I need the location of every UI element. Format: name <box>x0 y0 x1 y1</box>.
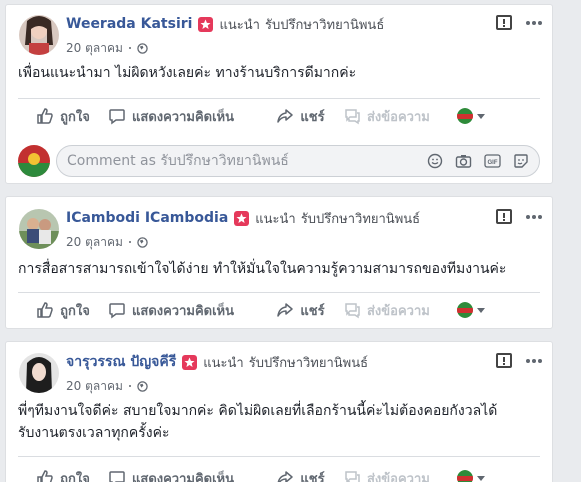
recommends-label: แนะนำ <box>255 211 296 227</box>
like-label: ถูกใจ <box>60 109 90 125</box>
comment-placeholder: Comment as รับปรึกษาวิทยานิพนธ์ <box>67 153 289 169</box>
separator-dot <box>128 241 131 243</box>
message-button[interactable]: ส่งข้อความ <box>343 468 453 482</box>
like-button[interactable]: ถูกใจ <box>18 300 108 321</box>
review-icon[interactable] <box>495 352 513 370</box>
emoji-icon[interactable] <box>427 153 443 169</box>
reaction-selector[interactable] <box>457 470 485 482</box>
more-options-icon[interactable] <box>525 214 543 220</box>
review-text-line: เพื่อนแนะนำมา ไม่ผิดหวังเลยค่ะ ทางร้านบร… <box>18 65 357 81</box>
share-label: แชร์ <box>300 109 325 125</box>
commenter-avatar <box>18 145 50 177</box>
comment-button[interactable]: แสดงความคิดเห็น <box>108 106 258 127</box>
share-icon <box>277 303 294 317</box>
chevron-down-icon <box>477 113 485 119</box>
post-date[interactable]: 20 ตุลาคม <box>66 377 123 396</box>
post-date[interactable]: 20 ตุลาคม <box>66 233 123 252</box>
share-button[interactable]: แชร์ <box>258 468 343 482</box>
comment-button[interactable]: แสดงความคิดเห็น <box>108 468 258 482</box>
message-button[interactable]: ส่งข้อความ <box>343 106 453 127</box>
like-icon <box>37 108 53 124</box>
comment-icon <box>109 303 125 319</box>
review-icon[interactable] <box>495 14 513 32</box>
like-button[interactable]: ถูกใจ <box>18 468 108 482</box>
reaction-selector[interactable] <box>457 302 485 318</box>
globe-icon <box>137 42 148 54</box>
review-text-line: รับงานตรงเวลาทุกครั้งค่ะ <box>18 425 170 441</box>
recommends-label: แนะนำ <box>203 355 244 371</box>
review-card: จารุวรรณ ปัญจคีรี แนะนำ รับปรึกษาวิทยานิ… <box>5 341 553 482</box>
reaction-selector[interactable] <box>457 108 485 124</box>
like-icon <box>37 470 53 482</box>
divider <box>18 456 540 457</box>
comment-icon <box>109 471 125 482</box>
review-card: ICambodi ICambodia แนะนำ รับปรึกษาวิทยาน… <box>5 196 553 329</box>
separator-dot <box>128 385 131 387</box>
recommend-badge <box>234 210 250 226</box>
sticker-icon[interactable] <box>513 153 529 169</box>
recommends-label: แนะนำ <box>219 17 260 33</box>
post-date[interactable]: 20 ตุลาคม <box>66 39 123 58</box>
share-icon <box>277 109 294 123</box>
message-icon <box>345 109 360 125</box>
comment-label: แสดงความคิดเห็น <box>132 471 235 482</box>
chevron-down-icon <box>477 475 485 481</box>
share-label: แชร์ <box>300 471 325 482</box>
page-flag-icon <box>457 302 473 318</box>
avatar[interactable] <box>19 15 59 55</box>
avatar[interactable] <box>19 353 59 393</box>
page-flag-icon <box>457 470 473 482</box>
share-icon <box>278 471 294 482</box>
globe-icon <box>137 236 148 248</box>
review-text-line: การสื่อสารสามารถเข้าใจได้ง่าย ทำให้มั่นใ… <box>18 261 507 277</box>
message-label: ส่งข้อความ <box>367 471 430 482</box>
separator-dot <box>128 47 131 49</box>
comment-label: แสดงความคิดเห็น <box>132 303 235 319</box>
like-label: ถูกใจ <box>60 471 90 482</box>
author-name[interactable]: ICambodi ICambodia <box>66 210 228 226</box>
review-card: Weerada Katsiri แนะนำ รับปรึกษาวิทยานิพน… <box>5 4 553 184</box>
review-text-line: พี่ๆทีมงานใจดีค่ะ สบายใจมากค่ะ คิดไม่ผิด… <box>18 403 498 419</box>
globe-icon <box>137 380 148 392</box>
recommend-badge <box>198 16 214 32</box>
message-label: ส่งข้อความ <box>367 303 430 319</box>
more-options-icon[interactable] <box>525 358 543 364</box>
recommend-badge <box>182 354 198 370</box>
more-options-icon[interactable] <box>525 20 543 26</box>
message-icon <box>345 471 360 482</box>
message-button[interactable]: ส่งข้อความ <box>343 300 453 321</box>
share-button[interactable]: แชร์ <box>258 300 343 321</box>
share-button[interactable]: แชร์ <box>258 106 343 127</box>
comment-icon <box>109 109 125 125</box>
avatar[interactable] <box>19 209 59 249</box>
page-flag-icon <box>457 108 473 124</box>
camera-icon[interactable] <box>455 153 472 169</box>
author-name[interactable]: Weerada Katsiri <box>66 16 192 32</box>
review-icon[interactable] <box>495 208 513 226</box>
page-name[interactable]: รับปรึกษาวิทยานิพนธ์ <box>249 352 368 373</box>
comment-button[interactable]: แสดงความคิดเห็น <box>108 300 258 321</box>
share-label: แชร์ <box>300 303 325 319</box>
page-name[interactable]: รับปรึกษาวิทยานิพนธ์ <box>265 14 384 35</box>
chevron-down-icon <box>477 307 485 313</box>
author-name[interactable]: จารุวรรณ ปัญจคีรี <box>66 351 176 373</box>
page-name[interactable]: รับปรึกษาวิทยานิพนธ์ <box>301 208 420 229</box>
gif-icon[interactable]: GIF <box>484 154 501 168</box>
svg-text:GIF: GIF <box>488 160 498 166</box>
comment-label: แสดงความคิดเห็น <box>132 109 235 125</box>
like-icon <box>37 302 53 318</box>
comment-input[interactable]: Comment as รับปรึกษาวิทยานิพนธ์ GIF <box>56 145 540 177</box>
message-icon <box>345 303 360 319</box>
like-button[interactable]: ถูกใจ <box>18 106 108 127</box>
message-label: ส่งข้อความ <box>367 109 430 125</box>
like-label: ถูกใจ <box>60 303 90 319</box>
